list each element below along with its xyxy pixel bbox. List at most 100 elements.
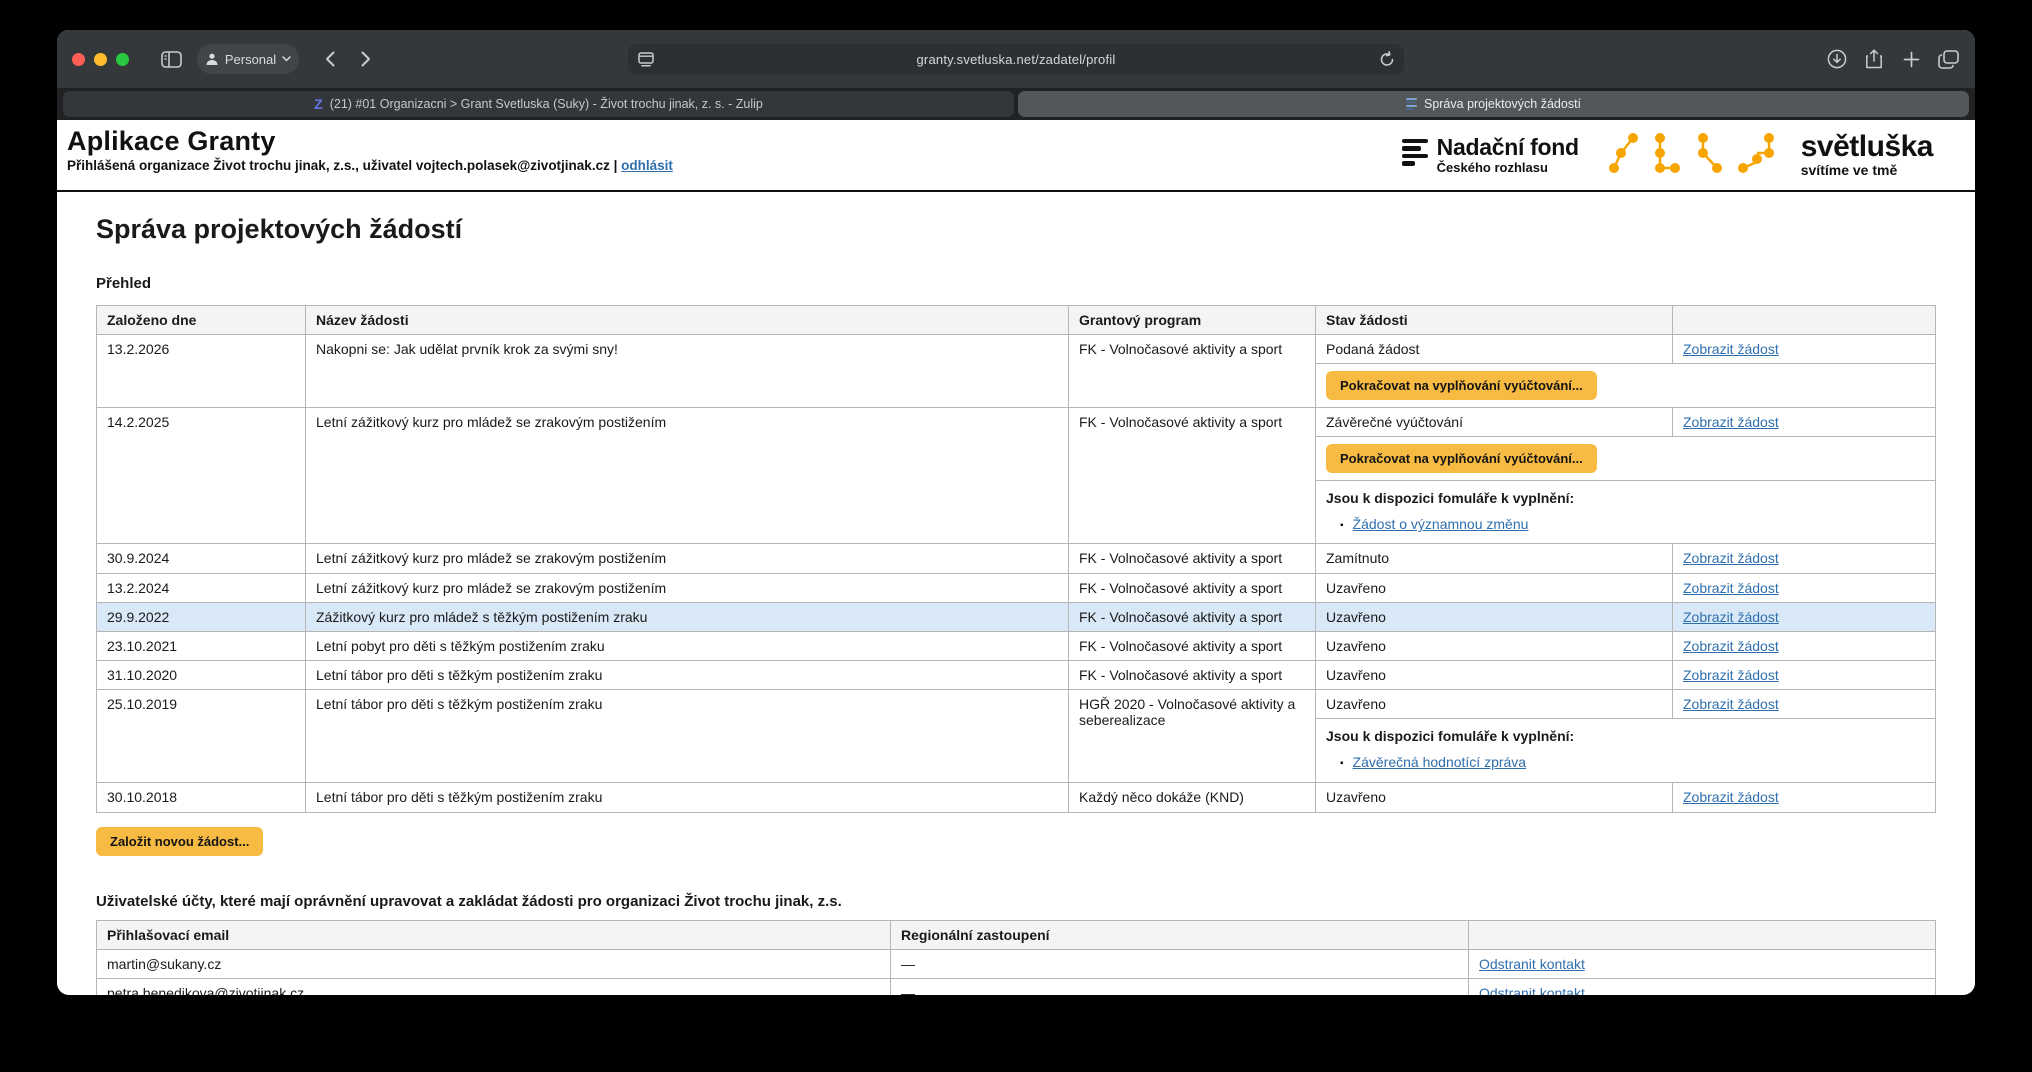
cell-actions: Odstranit kontakt <box>1469 979 1936 995</box>
close-window-button[interactable] <box>72 53 85 66</box>
svetluska-logo: světluška svítíme ve tmě <box>1605 129 1933 182</box>
view-request-link[interactable]: Zobrazit žádost <box>1683 341 1779 357</box>
cell-actions: Zobrazit žádost <box>1673 573 1936 602</box>
form-link[interactable]: Žádost o významnou změnu <box>1353 516 1529 532</box>
cell-program: FK - Volnočasové aktivity a sport <box>1069 602 1316 631</box>
cell-date: 13.2.2026 <box>97 335 306 408</box>
view-request-link[interactable]: Zobrazit žádost <box>1683 414 1779 430</box>
continue-billing-button[interactable]: Pokračovat na vyplňování vyúčtování... <box>1326 444 1597 473</box>
cell-status: Závěrečné vyúčtování <box>1316 408 1673 437</box>
table-row-highlighted: 29.9.2022 Zážitkový kurz pro mládež s tě… <box>97 602 1936 631</box>
view-request-link[interactable]: Zobrazit žádost <box>1683 789 1779 805</box>
table-row: 23.10.2021 Letní pobyt pro děti s těžkým… <box>97 631 1936 660</box>
remove-contact-link[interactable]: Odstranit kontakt <box>1479 985 1585 995</box>
cell-actions: Zobrazit žádost <box>1673 631 1936 660</box>
forms-available-label: Jsou k dispozici fomuláře k vyplnění: <box>1326 490 1925 506</box>
table-row: 13.2.2026 Nakopni se: Jak udělat prvník … <box>97 335 1936 364</box>
chevron-down-icon <box>282 56 291 62</box>
address-bar[interactable]: granty.svetluska.net/zadatel/profil <box>628 44 1404 75</box>
site-favicon <box>1406 98 1417 111</box>
cell-program: FK - Volnočasové aktivity a sport <box>1069 408 1316 544</box>
profile-label: Personal <box>225 52 276 67</box>
nadacni-fond-logo: Nadační fond Českého rozhlasu <box>1402 135 1579 175</box>
login-info: Přihlášená organizace Život trochu jinak… <box>67 158 673 173</box>
new-tab-button[interactable] <box>1898 44 1924 74</box>
view-request-link[interactable]: Zobrazit žádost <box>1683 609 1779 625</box>
tabs-icon <box>1938 50 1959 69</box>
cell-date: 31.10.2020 <box>97 660 306 689</box>
column-header-actions <box>1469 921 1936 950</box>
cell-forms: Jsou k dispozici fomuláře k vyplnění: Zá… <box>1316 719 1936 783</box>
cell-name: Nakopni se: Jak udělat prvník krok za sv… <box>306 335 1069 408</box>
back-button[interactable] <box>313 44 347 74</box>
header-logos: Nadační fond Českého rozhlasu <box>1402 129 1933 182</box>
svetluska-subtitle: svítíme ve tmě <box>1801 162 1933 178</box>
column-header-status: Stav žádosti <box>1316 306 1673 335</box>
desktop: Personal granty.svetluska.net/za <box>0 0 2032 1072</box>
cell-program: FK - Volnočasové aktivity a sport <box>1069 660 1316 689</box>
cell-status: Uzavřeno <box>1316 631 1673 660</box>
czech-radio-bars-icon <box>1402 135 1428 166</box>
cell-name: Letní zážitkový kurz pro mládež se zrako… <box>306 573 1069 602</box>
svetluska-title: světluška <box>1801 132 1933 162</box>
main-content: Správa projektových žádostí Přehled Zalo… <box>57 192 1975 995</box>
view-request-link[interactable]: Zobrazit žádost <box>1683 550 1779 566</box>
cell-email: petra.benedikova@zivotjinak.cz <box>97 979 891 995</box>
downloads-button[interactable] <box>1824 44 1850 74</box>
cell-name: Letní zážitkový kurz pro mládež se zrako… <box>306 408 1069 544</box>
cell-status: Zamítnuto <box>1316 544 1673 573</box>
reload-button[interactable] <box>1379 51 1395 73</box>
accounts-heading: Uživatelské účty, které mají oprávnění u… <box>96 893 1936 910</box>
form-link[interactable]: Závěrečná hodnotící zpráva <box>1353 754 1527 770</box>
overview-header-row: Založeno dne Název žádosti Grantový prog… <box>97 306 1936 335</box>
site-header: Aplikace Granty Přihlášená organizace Ži… <box>57 120 1975 192</box>
cell-name: Letní pobyt pro děti s těžkým postižením… <box>306 631 1069 660</box>
tab-title: Správa projektových žádostí <box>1424 97 1581 111</box>
tab-sprava-zadosti[interactable]: Správa projektových žádostí <box>1018 91 1969 117</box>
cell-program: FK - Volnočasové aktivity a sport <box>1069 335 1316 408</box>
cell-name: Letní tábor pro děti s těžkým postižením… <box>306 783 1069 813</box>
logout-link[interactable]: odhlásit <box>621 158 673 173</box>
forward-button[interactable] <box>349 44 383 74</box>
tab-title: (21) #01 Organizacni > Grant Svetluska (… <box>330 97 763 111</box>
overview-heading: Přehled <box>96 275 1936 292</box>
cell-region: — <box>891 950 1469 979</box>
profile-menu[interactable]: Personal <box>197 44 299 74</box>
accounts-table: Přihlašovací email Regionální zastoupení… <box>96 920 1936 995</box>
view-request-link[interactable]: Zobrazit žádost <box>1683 580 1779 596</box>
app-title: Aplikace Granty <box>67 126 673 157</box>
column-header-email: Přihlašovací email <box>97 921 891 950</box>
table-row: 31.10.2020 Letní tábor pro děti s těžkým… <box>97 660 1936 689</box>
view-request-link[interactable]: Zobrazit žádost <box>1683 638 1779 654</box>
view-request-link[interactable]: Zobrazit žádost <box>1683 696 1779 712</box>
plus-icon <box>1903 51 1920 68</box>
sidebar-toggle-button[interactable] <box>153 44 189 74</box>
column-header-name: Název žádosti <box>306 306 1069 335</box>
page-settings-icon[interactable] <box>638 52 654 72</box>
table-row: 13.2.2024 Letní zážitkový kurz pro mláde… <box>97 573 1936 602</box>
view-request-link[interactable]: Zobrazit žádost <box>1683 667 1779 683</box>
continue-billing-button[interactable]: Pokračovat na vyplňování vyúčtování... <box>1326 371 1597 400</box>
minimize-window-button[interactable] <box>94 53 107 66</box>
cell-program: FK - Volnočasové aktivity a sport <box>1069 631 1316 660</box>
cell-continue: Pokračovat na vyplňování vyúčtování... <box>1316 437 1936 481</box>
tab-bar: Z (21) #01 Organizacni > Grant Svetluska… <box>57 88 1975 120</box>
zulip-favicon: Z <box>314 97 323 111</box>
cell-actions: Zobrazit žádost <box>1673 408 1936 437</box>
page-title: Správa projektových žádostí <box>96 214 1936 245</box>
tab-zulip[interactable]: Z (21) #01 Organizacni > Grant Svetluska… <box>63 91 1014 117</box>
zoom-window-button[interactable] <box>116 53 129 66</box>
remove-contact-link[interactable]: Odstranit kontakt <box>1479 956 1585 972</box>
cell-date: 23.10.2021 <box>97 631 306 660</box>
table-row: 30.10.2018 Letní tábor pro děti s těžkým… <box>97 783 1936 813</box>
login-info-text: Přihlášená organizace Život trochu jinak… <box>67 158 617 173</box>
download-icon <box>1827 49 1847 69</box>
column-header-date: Založeno dne <box>97 306 306 335</box>
tab-overview-button[interactable] <box>1935 44 1961 74</box>
new-request-button[interactable]: Založit novou žádost... <box>96 827 263 856</box>
table-row: 25.10.2019 Letní tábor pro děti s těžkým… <box>97 689 1936 718</box>
toolbar-right-icons <box>1824 44 1961 74</box>
share-button[interactable] <box>1861 44 1887 74</box>
overview-table: Založeno dne Název žádosti Grantový prog… <box>96 305 1936 813</box>
form-list-item: Závěrečná hodnotící zpráva <box>1326 754 1925 770</box>
